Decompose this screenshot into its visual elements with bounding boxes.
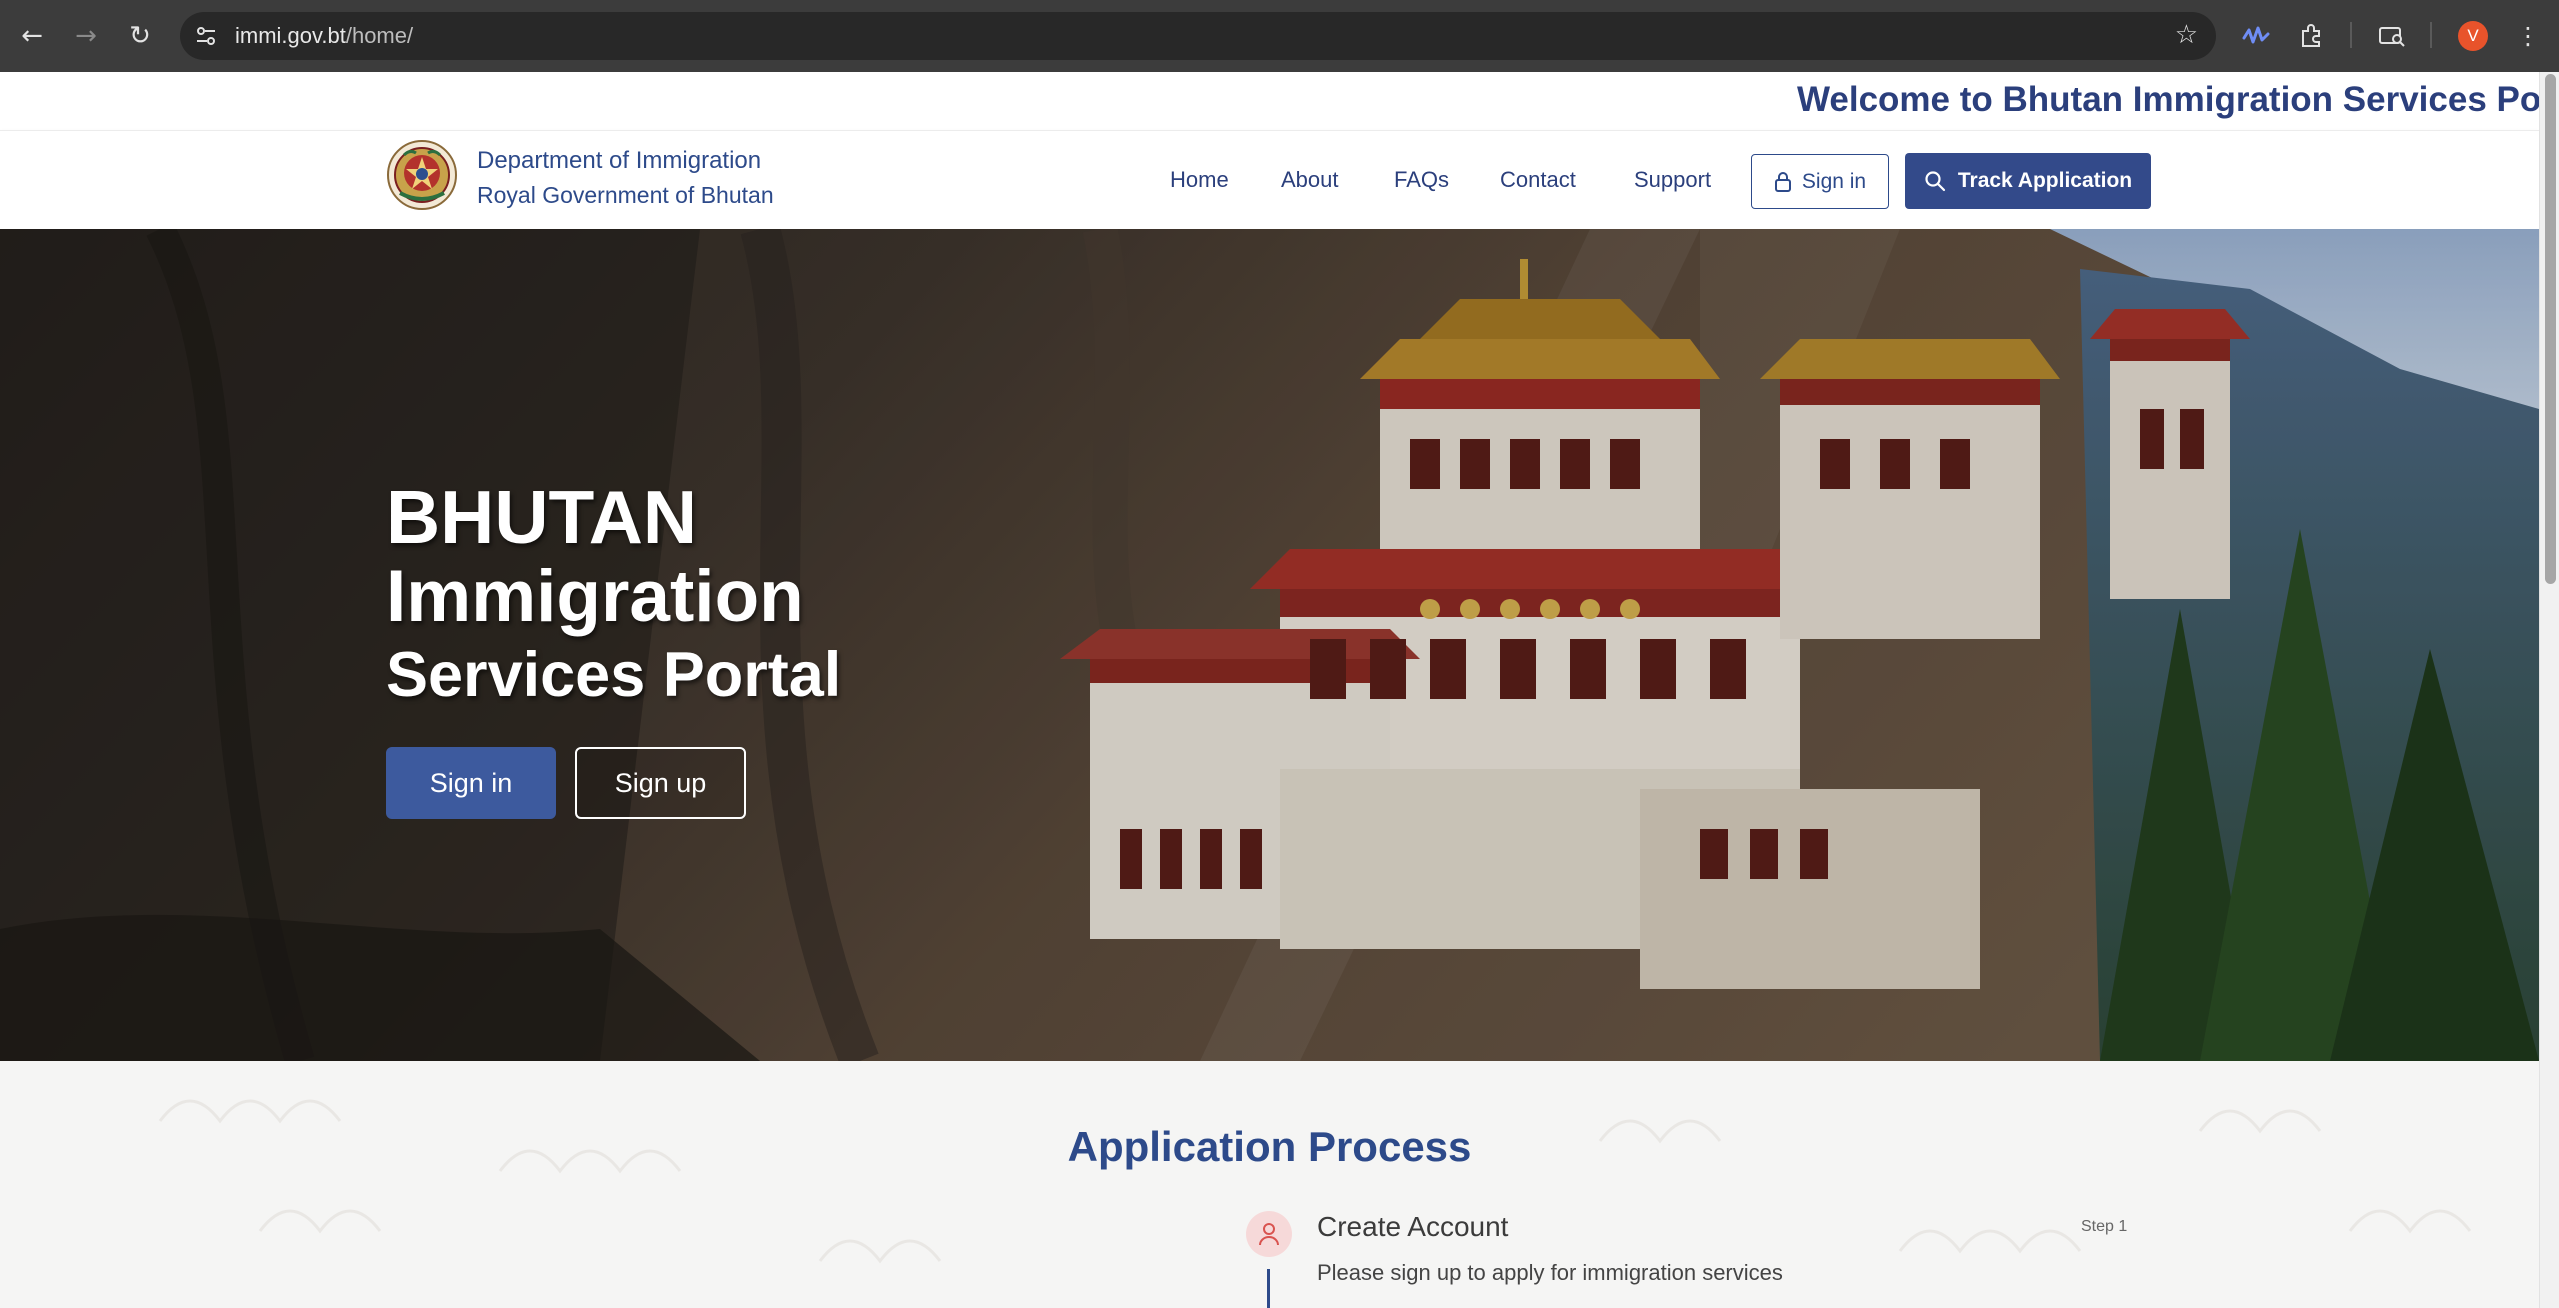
extension-wave-icon[interactable]: [2236, 16, 2276, 56]
url-path: /home/: [345, 23, 414, 48]
nav-home-link[interactable]: Home: [1170, 167, 1229, 193]
toolbar-divider: [2350, 22, 2352, 48]
application-process-section: Application Process Create Account Pleas…: [0, 1061, 2539, 1308]
hero-title-bhutan: BHUTAN: [386, 475, 698, 559]
welcome-marquee: Welcome to Bhutan Immigration Services P…: [0, 72, 2539, 130]
hero-signup-button[interactable]: Sign up: [575, 747, 746, 819]
search-icon: [1925, 171, 1945, 192]
nav-support-link[interactable]: Support: [1634, 167, 1711, 193]
user-icon: [1246, 1211, 1292, 1257]
browser-toolbar: ← → ↻ immi.gov.bt/home/ ☆ V ⋮: [0, 0, 2559, 72]
header-signin-button[interactable]: Sign in: [1751, 154, 1889, 209]
media-search-icon[interactable]: [2372, 16, 2412, 56]
hero-signin-button[interactable]: Sign in: [386, 747, 556, 819]
nav-contact-link[interactable]: Contact: [1500, 167, 1576, 193]
tune-icon: [197, 27, 215, 45]
page-content: Welcome to Bhutan Immigration Services P…: [0, 72, 2539, 1308]
step-description: Please sign up to apply for immigration …: [1317, 1260, 1783, 1285]
nav-faqs-link[interactable]: FAQs: [1394, 167, 1449, 193]
address-bar[interactable]: immi.gov.bt/home/ ☆: [180, 12, 2216, 60]
track-application-button[interactable]: Track Application: [1905, 153, 2151, 209]
section-title: Application Process: [1067, 1123, 1472, 1170]
hero-banner: BHUTAN Immigration Services Portal Sign …: [0, 229, 2539, 1061]
header-signin-label: Sign in: [1801, 169, 1867, 193]
more-menu-icon[interactable]: ⋮: [2508, 16, 2548, 56]
site-info-icon[interactable]: [192, 22, 220, 50]
url-text[interactable]: immi.gov.bt/home/: [235, 23, 413, 49]
marquee-text: Welcome to Bhutan Immigration Services P…: [1797, 80, 2539, 119]
hero-title-portal: Services Portal: [386, 640, 842, 710]
reload-icon[interactable]: ↻: [120, 16, 160, 56]
nav-about-link[interactable]: About: [1281, 167, 1339, 193]
lock-icon: [1774, 171, 1791, 192]
url-host: immi.gov.bt: [235, 23, 346, 48]
org-subtitle: Royal Government of Bhutan: [477, 182, 774, 208]
track-application-label: Track Application: [1957, 169, 2133, 192]
back-arrow-icon[interactable]: ←: [12, 16, 52, 56]
org-name: Department of Immigration: [477, 147, 762, 174]
step-number: Step 1: [2081, 1218, 2128, 1235]
step-connector-line: [1267, 1269, 1270, 1308]
page-scrollbar[interactable]: [2539, 72, 2559, 1308]
extensions-puzzle-icon[interactable]: [2292, 16, 2332, 56]
royal-emblem-logo[interactable]: [386, 139, 458, 211]
scrollbar-thumb[interactable]: [2545, 74, 2556, 584]
bookmark-star-icon[interactable]: ☆: [2175, 20, 2198, 50]
step-title: Create Account: [1317, 1211, 1509, 1242]
profile-avatar[interactable]: V: [2458, 21, 2488, 51]
forward-arrow-icon[interactable]: →: [66, 16, 106, 56]
hero-title-immigration: Immigration: [386, 556, 804, 637]
monastery-cliff-image: [0, 229, 2539, 1061]
toolbar-divider: [2430, 22, 2432, 48]
site-header: Department of Immigration Royal Governme…: [0, 130, 2539, 230]
